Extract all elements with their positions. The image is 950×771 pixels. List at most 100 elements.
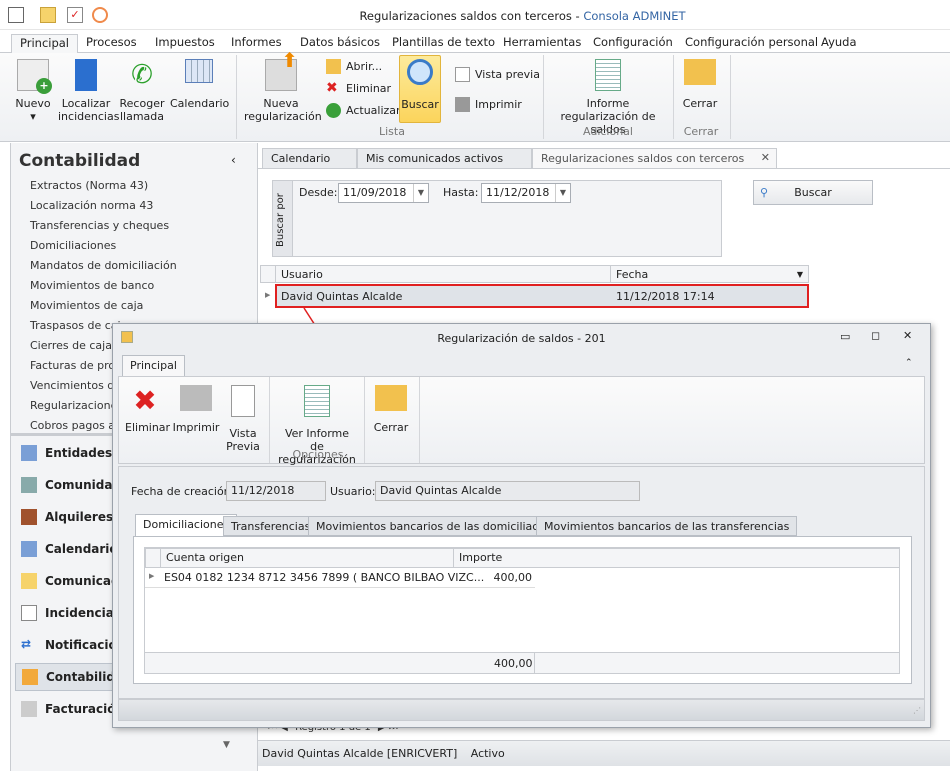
column-header-importe[interactable]: Importe <box>453 548 535 568</box>
collapse-ribbon-icon[interactable]: ⌃ <box>905 358 913 368</box>
close-icon[interactable]: ✕ <box>903 329 912 342</box>
sidebar-item[interactable]: Mandatos de domiciliación <box>30 259 177 272</box>
sidebar-item[interactable]: Cobros pagos ad <box>30 419 122 432</box>
sidebar-item[interactable]: Localización norma 43 <box>30 199 153 212</box>
group-label-cerrar: Cerrar <box>683 125 719 138</box>
cerrar-button[interactable]: Cerrar <box>680 59 720 110</box>
column-header-cuenta[interactable]: Cuenta origen <box>160 548 454 568</box>
report-icon <box>304 385 330 417</box>
nuevo-button[interactable]: + Nuevo ▾ <box>10 59 56 123</box>
table-row[interactable]: ▶ ES04 0182 1234 8712 3456 7899 ( BANCO … <box>145 568 535 588</box>
hasta-date-input[interactable]: 11/12/2018 ▼ <box>481 183 571 203</box>
tab-impuestos[interactable]: Impuestos <box>147 34 223 53</box>
cell-cuenta: ES04 0182 1234 8712 3456 7899 ( BANCO BI… <box>164 571 485 584</box>
dialog-tab-principal[interactable]: Principal <box>122 355 185 377</box>
tab-plantillas[interactable]: Plantillas de texto <box>384 34 503 53</box>
title-bar: ✓ Regularizaciones saldos con terceros -… <box>0 0 950 30</box>
sidebar-item[interactable]: Movimientos de caja <box>30 299 143 312</box>
group-label-opciones: Opciones <box>292 448 344 461</box>
status-user: David Quintas Alcalde [ENRICVERT] <box>262 747 458 760</box>
ledger-icon <box>22 669 38 685</box>
delete-icon: ✖ <box>133 384 157 417</box>
tab-domiciliaciones[interactable]: Domiciliaciones <box>135 514 238 536</box>
dialog-body: Fecha de creación: 11/12/2018 Usuario: D… <box>118 466 925 699</box>
maximize-icon[interactable]: ◻ <box>871 329 880 342</box>
new-doc-icon: + <box>17 59 52 94</box>
magnifier-icon: ⚲ <box>760 186 769 199</box>
doc-tab-regularizaciones[interactable]: Regularizaciones saldos con terceros ✕ <box>532 148 777 169</box>
status-state: Activo <box>470 747 505 760</box>
doc-tab-calendario[interactable]: Calendario <box>262 148 357 169</box>
tab-configuracion[interactable]: Configuración <box>585 34 681 53</box>
more-chevron-icon[interactable]: ▼ <box>223 740 230 750</box>
magnifier-icon <box>407 59 433 85</box>
phone-icon: ✆ <box>131 60 153 90</box>
close-icon[interactable]: ✕ <box>761 151 770 164</box>
cell-usuario: David Quintas Alcalde <box>281 290 403 303</box>
ribbon-tabs: Principal Procesos Impuestos Informes Da… <box>0 30 950 54</box>
recoger-llamada-button[interactable]: ✆ Recoger llamada <box>118 59 166 123</box>
mail-icon <box>21 573 37 589</box>
sidebar-title: Contabilidad <box>19 151 141 171</box>
invoice-icon <box>21 701 37 717</box>
search-buscar-button[interactable]: ⚲ Buscar <box>753 180 873 205</box>
delete-icon: ✖ <box>326 80 338 96</box>
folder-icon <box>326 59 341 74</box>
file-cabinet-icon <box>75 59 97 91</box>
sidebar-item[interactable]: Transferencias y cheques <box>30 219 169 232</box>
tab-mov-transferencias[interactable]: Movimientos bancarios de las transferenc… <box>536 516 798 536</box>
building-icon <box>21 477 37 493</box>
doc-tab-comunicados[interactable]: Mis comunicados activos <box>357 148 532 169</box>
calendario-button[interactable]: Calendario <box>170 59 229 110</box>
sidebar-item[interactable]: Regularizaciones <box>30 399 123 412</box>
minimize-icon[interactable]: ▭ <box>840 330 850 343</box>
eliminar-button[interactable]: ✖ Eliminar <box>326 81 391 96</box>
nueva-regularizacion-button[interactable]: ⬆ Nueva regularización <box>244 50 322 123</box>
refresh-icon <box>326 103 341 118</box>
dialog-status-bar: ⋰ <box>118 699 925 721</box>
dropdown-arrow-icon[interactable]: ▼ <box>555 184 570 202</box>
column-header-fecha[interactable]: Fecha ▼ <box>610 265 809 283</box>
row-indicator-icon: ▶ <box>149 572 155 580</box>
grid-footer: 400,00 <box>145 652 899 673</box>
collapse-chevron-icon[interactable]: ‹ <box>231 153 236 167</box>
dialog-title: Regularización de saldos - 201 <box>437 332 606 345</box>
sidebar-item[interactable]: Cierres de caja <box>30 339 112 352</box>
row-indicator-icon: ▶ <box>265 291 271 299</box>
cell-importe: 400,00 <box>493 571 533 584</box>
tab-principal[interactable]: Principal <box>11 34 79 54</box>
tab-informes[interactable]: Informes <box>223 34 290 53</box>
actualizar-button[interactable]: Actualizar <box>326 103 401 118</box>
usuario-field[interactable]: David Quintas Alcalde <box>375 481 640 501</box>
desde-label: Desde: <box>299 186 338 199</box>
resize-grip-icon[interactable]: ⋰ <box>913 706 921 715</box>
tab-datos-basicos[interactable]: Datos básicos <box>292 34 388 53</box>
printer-icon <box>455 97 470 112</box>
tab-ayuda[interactable]: Ayuda <box>813 34 865 53</box>
sidebar-item[interactable]: Vencimientos de <box>30 379 121 392</box>
sidebar-item[interactable]: Domiciliaciones <box>30 239 116 252</box>
tab-transferencias[interactable]: Transferencias <box>223 516 319 536</box>
table-row[interactable]: David Quintas Alcalde 11/12/2018 17:14 <box>275 284 809 308</box>
dialog-eliminar-button[interactable]: ✖ Eliminar <box>125 384 170 435</box>
tab-configuracion-personal[interactable]: Configuración personal <box>677 34 826 53</box>
abrir-button[interactable]: Abrir... <box>326 59 382 74</box>
calendar-icon <box>185 59 213 83</box>
fecha-creacion-field[interactable]: 11/12/2018 <box>226 481 326 501</box>
tab-herramientas[interactable]: Herramientas <box>495 34 589 53</box>
column-header-usuario[interactable]: Usuario <box>275 265 611 283</box>
desde-date-input[interactable]: 11/09/2018 ▼ <box>338 183 429 203</box>
dialog-imprimir-button[interactable]: Imprimir <box>171 385 221 434</box>
preview-icon <box>455 67 470 82</box>
sidebar-item[interactable]: Movimientos de banco <box>30 279 154 292</box>
buscar-button[interactable]: Buscar <box>399 55 441 123</box>
vista-previa-button[interactable]: Vista previa <box>455 67 540 82</box>
dropdown-arrow-icon[interactable]: ▼ <box>413 184 428 202</box>
localizar-incidencias-button[interactable]: Localizar incidencias <box>58 59 119 123</box>
sidebar-item[interactable]: Extractos (Norma 43) <box>30 179 148 192</box>
dialog-cerrar-button[interactable]: Cerrar <box>371 385 411 434</box>
imprimir-button[interactable]: Imprimir <box>455 97 522 112</box>
tab-procesos[interactable]: Procesos <box>78 34 145 53</box>
dialog-vista-previa-button[interactable]: Vista Previa <box>223 385 263 453</box>
cell-fecha: 11/12/2018 17:14 <box>616 290 715 303</box>
